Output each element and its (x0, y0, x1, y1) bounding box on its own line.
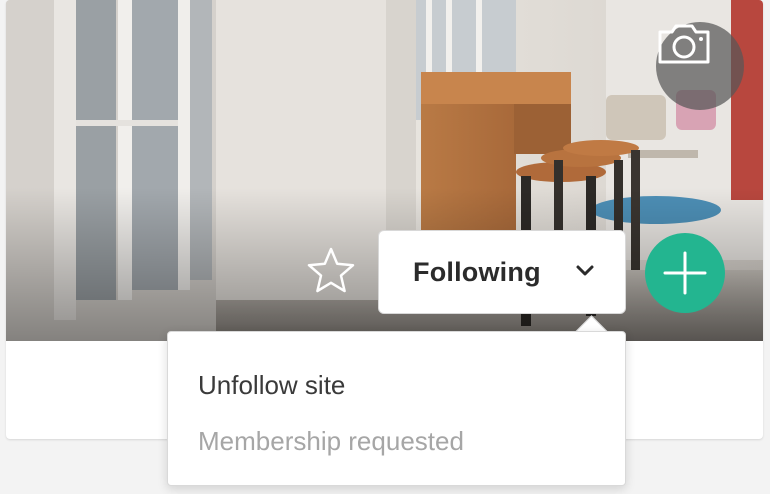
menu-item-membership-requested[interactable]: Membership requested (198, 426, 464, 457)
menu-item-unfollow-site[interactable]: Unfollow site (198, 370, 345, 401)
follow-options-menu: Unfollow site Membership requested (167, 331, 626, 486)
plus-icon (663, 251, 707, 295)
camera-icon (658, 24, 710, 64)
star-icon (307, 247, 355, 293)
add-button[interactable] (645, 233, 725, 313)
favorite-button[interactable] (306, 246, 358, 298)
chevron-down-icon (576, 265, 594, 276)
change-cover-photo-button[interactable] (656, 22, 744, 110)
following-label: Following (413, 257, 541, 287)
following-dropdown-button[interactable]: Following (378, 230, 626, 314)
